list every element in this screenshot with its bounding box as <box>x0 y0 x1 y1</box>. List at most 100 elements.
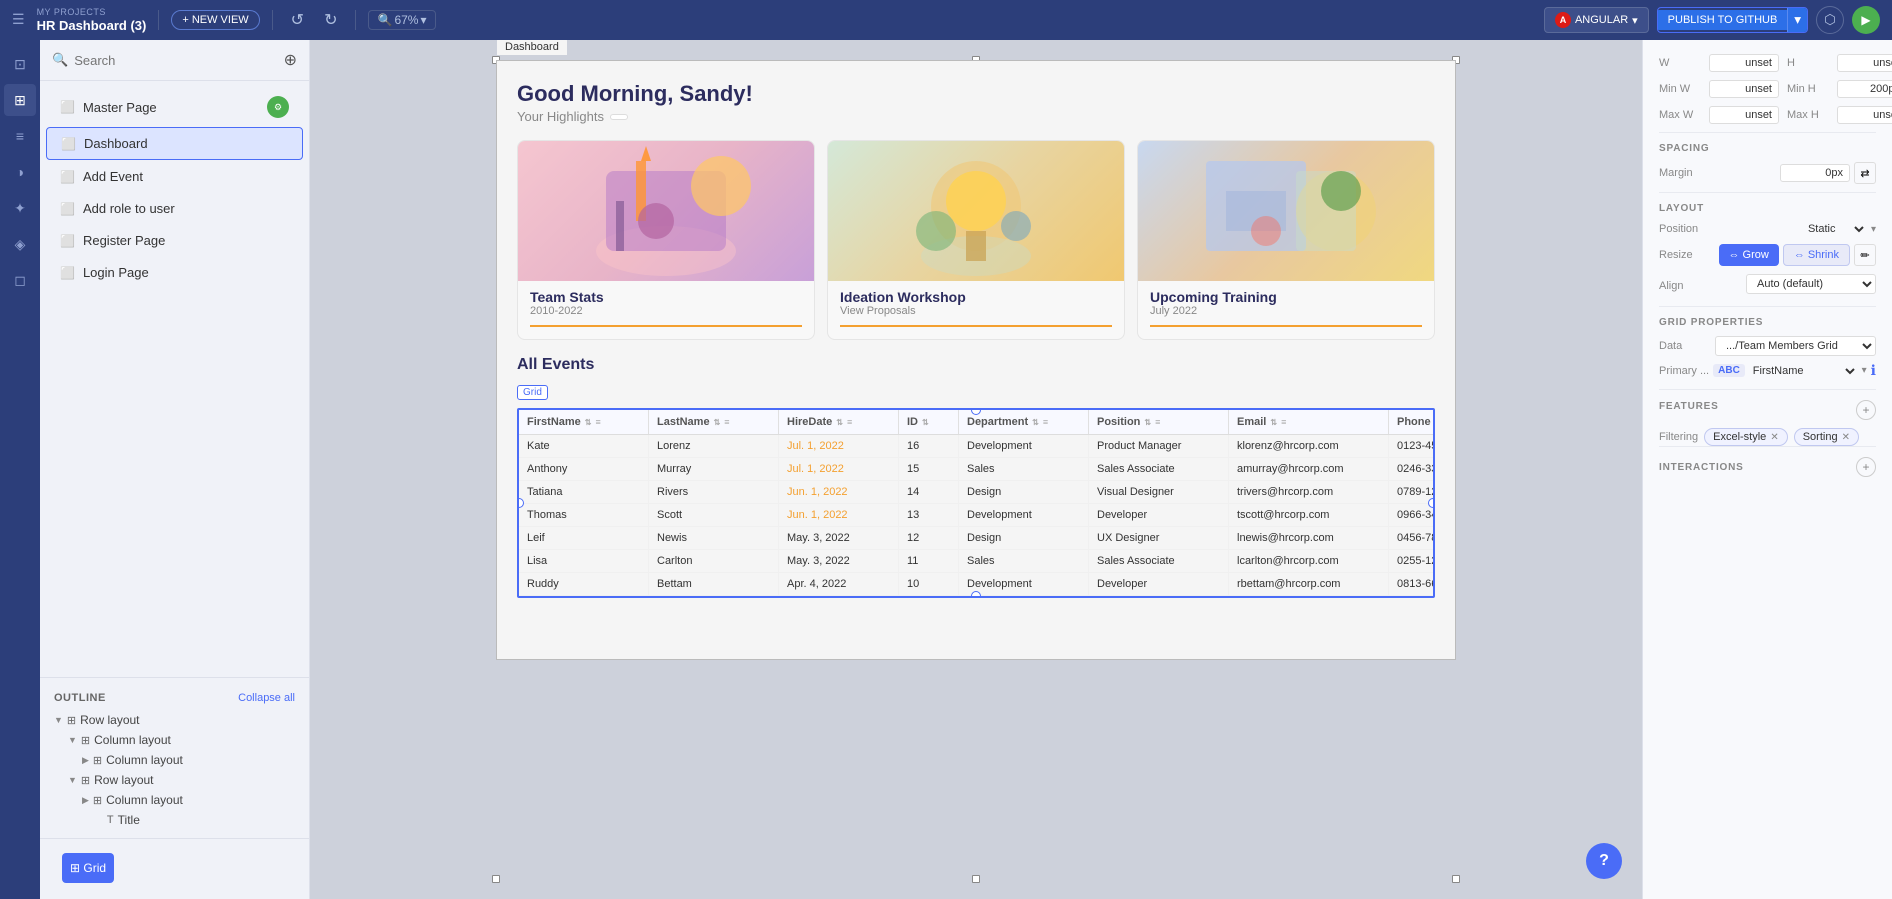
outline-row-layout-2[interactable]: ▼ ⊞ Row layout <box>40 770 309 790</box>
sort-icon[interactable]: ⇅ <box>585 418 592 427</box>
sort-icon[interactable]: ⇅ <box>1032 418 1039 427</box>
sort-icon[interactable]: ⇅ <box>1270 418 1277 427</box>
page-item-add-event[interactable]: ⬜ Add Event <box>46 161 303 192</box>
primary-select[interactable]: FirstName <box>1749 364 1858 378</box>
card-footer-3 <box>1150 325 1422 327</box>
share-button[interactable]: ⬡ <box>1816 6 1844 34</box>
zoom-icon: 🔍 <box>377 13 392 27</box>
cell-position: Sales Associate <box>1089 550 1229 572</box>
topbar-right: A ANGULAR ▾ PUBLISH TO GITHUB ▾ ⬡ ▶ <box>1544 6 1880 34</box>
zoom-control[interactable]: 🔍 67% ▾ <box>368 10 435 30</box>
shrink-button[interactable]: ⇔ Shrink <box>1783 244 1850 266</box>
search-bar: 🔍 ⊕ <box>40 40 309 81</box>
position-select[interactable]: Static Relative Absolute Fixed <box>1804 222 1867 236</box>
sort-icon[interactable]: ⇅ <box>1144 418 1151 427</box>
canvas-area: Dashboard Good Morning, Sandy! Your High… <box>310 40 1642 899</box>
max-w-input[interactable] <box>1709 106 1779 124</box>
all-events-title: All Events <box>517 356 1435 374</box>
search-input[interactable] <box>74 53 277 68</box>
page-item-login[interactable]: ⬜ Login Page <box>46 257 303 288</box>
max-h-input[interactable] <box>1837 106 1892 124</box>
pages-panel: 🔍 ⊕ ⬜ Master Page ⚙ ⬜ Dashboard ⬜ Add Ev… <box>40 40 310 899</box>
collapse-all-button[interactable]: Collapse all <box>238 692 295 704</box>
add-page-icon[interactable]: ⊕ <box>284 50 297 70</box>
align-row: Align Auto (default) Flex-start Center F… <box>1659 274 1876 298</box>
add-feature-button[interactable]: + <box>1856 400 1876 420</box>
col-header-position[interactable]: Position ⇅ ≡ <box>1089 410 1229 434</box>
col-label: Phone <box>1397 416 1431 428</box>
page-item-dashboard[interactable]: ⬜ Dashboard <box>46 127 303 160</box>
table-row[interactable]: Tatiana Rivers Jun. 1, 2022 14 Design Vi… <box>519 481 1433 504</box>
filter-icon[interactable]: ≡ <box>1281 417 1286 427</box>
sort-icon[interactable]: ⇅ <box>836 418 843 427</box>
col-header-email[interactable]: Email ⇅ ≡ <box>1229 410 1389 434</box>
sort-icon[interactable]: ⇅ <box>922 418 929 427</box>
cell-phone: 0123-456-789 <box>1389 435 1433 457</box>
publish-button[interactable]: PUBLISH TO GITHUB <box>1658 10 1788 30</box>
data-select[interactable]: .../Team Members Grid <box>1715 336 1876 356</box>
resize-edit-button[interactable]: ✏ <box>1854 244 1876 266</box>
col-header-hiredate[interactable]: HireDate ⇅ ≡ <box>779 410 899 434</box>
add-interaction-button[interactable]: + <box>1856 457 1876 477</box>
filter-icon[interactable]: ≡ <box>1043 417 1048 427</box>
table-row[interactable]: Thomas Scott Jun. 1, 2022 13 Development… <box>519 504 1433 527</box>
page-item-register[interactable]: ⬜ Register Page <box>46 225 303 256</box>
redo-button[interactable]: ↻ <box>318 8 343 32</box>
sidebar-data-icon[interactable]: ◈ <box>4 228 36 260</box>
cell-position: Developer <box>1089 573 1229 595</box>
undo-button[interactable]: ↺ <box>285 8 310 32</box>
outline-title-item[interactable]: ▶ T Title <box>40 810 309 830</box>
sidebar-assets-icon[interactable]: ◑ <box>4 156 36 188</box>
sidebar-components-icon[interactable]: ⊞ <box>4 84 36 116</box>
outline-column-layout-3[interactable]: ▶ ⊞ Column layout <box>40 790 309 810</box>
margin-lock-button[interactable]: ⇄ <box>1854 162 1876 184</box>
sidebar-chat-icon[interactable]: ◻ <box>4 264 36 296</box>
h-input[interactable] <box>1837 54 1892 72</box>
page-item-master[interactable]: ⬜ Master Page ⚙ <box>46 88 303 126</box>
primary-info-button[interactable]: ℹ <box>1871 362 1876 379</box>
data-grid[interactable]: FirstName ⇅ ≡ LastName ⇅ ≡ <box>517 408 1435 598</box>
grow-button[interactable]: ⇔ Grow <box>1719 244 1779 266</box>
outline-row-layout-1[interactable]: ▼ ⊞ Row layout <box>40 710 309 730</box>
play-button[interactable]: ▶ <box>1852 6 1880 34</box>
outline-title: OUTLINE <box>54 692 106 704</box>
filter-icon[interactable]: ≡ <box>847 417 852 427</box>
new-view-button[interactable]: + NEW VIEW <box>171 10 259 30</box>
col-header-id[interactable]: ID ⇅ <box>899 410 959 434</box>
master-badge: ⚙ <box>267 96 289 118</box>
sort-icon[interactable]: ⇅ <box>714 418 721 427</box>
grid-props-label: GRID PROPERTIES <box>1659 317 1876 328</box>
col-header-lastname[interactable]: LastName ⇅ ≡ <box>649 410 779 434</box>
filter-icon[interactable]: ≡ <box>724 417 729 427</box>
cell-hiredate: Apr. 4, 2022 <box>779 573 899 595</box>
col-header-firstname[interactable]: FirstName ⇅ ≡ <box>519 410 649 434</box>
max-wh-row: Max W Max H <box>1659 106 1876 124</box>
outline-column-layout-1[interactable]: ▼ ⊞ Column layout <box>40 730 309 750</box>
page-label: Register Page <box>83 233 289 248</box>
filter-icon[interactable]: ≡ <box>1155 417 1160 427</box>
remove-excel-style-button[interactable]: ✕ <box>1770 432 1778 443</box>
hamburger-icon[interactable]: ☰ <box>12 11 25 28</box>
table-row[interactable]: Lisa Carlton May. 3, 2022 11 Sales Sales… <box>519 550 1433 573</box>
min-w-input[interactable] <box>1709 80 1779 98</box>
help-button[interactable]: ? <box>1586 843 1622 879</box>
filter-icon[interactable]: ≡ <box>596 417 601 427</box>
margin-input[interactable] <box>1780 164 1850 182</box>
sidebar-layers-icon[interactable]: ≡ <box>4 120 36 152</box>
min-h-input[interactable] <box>1837 80 1892 98</box>
table-row[interactable]: Leif Newis May. 3, 2022 12 Design UX Des… <box>519 527 1433 550</box>
table-row[interactable]: Kate Lorenz Jul. 1, 2022 16 Development … <box>519 435 1433 458</box>
col-header-phone[interactable]: Phone ⇅ ≡ <box>1389 410 1435 434</box>
table-row[interactable]: Anthony Murray Jul. 1, 2022 15 Sales Sal… <box>519 458 1433 481</box>
sidebar-plugins-icon[interactable]: ✦ <box>4 192 36 224</box>
angular-button[interactable]: A ANGULAR ▾ <box>1544 7 1649 33</box>
w-input[interactable] <box>1709 54 1779 72</box>
remove-sorting-button[interactable]: ✕ <box>1842 432 1850 443</box>
sidebar-pages-icon[interactable]: ⊡ <box>4 48 36 80</box>
grid-icon: ⊞ <box>93 794 102 807</box>
publish-dropdown[interactable]: ▾ <box>1787 8 1807 32</box>
align-select[interactable]: Auto (default) Flex-start Center Flex-en… <box>1746 274 1876 294</box>
page-item-add-role[interactable]: ⬜ Add role to user <box>46 193 303 224</box>
outline-column-layout-2[interactable]: ▶ ⊞ Column layout <box>40 750 309 770</box>
add-grid-button[interactable]: ⊞ Grid <box>62 853 114 883</box>
